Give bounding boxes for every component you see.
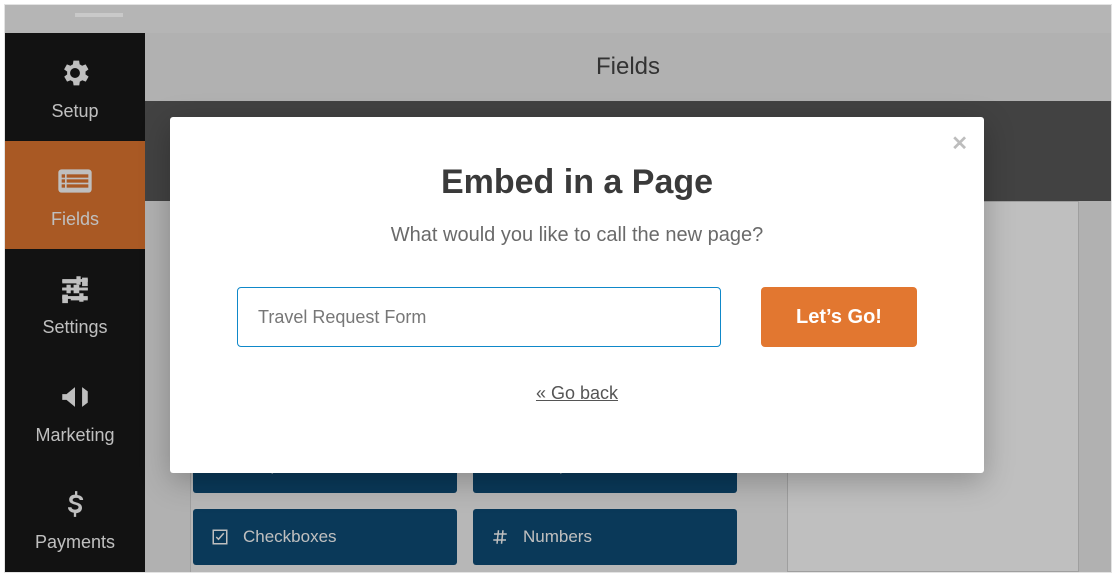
close-icon[interactable]: ✕: [951, 131, 968, 156]
embed-modal: ✕ Embed in a Page What would you like to…: [170, 117, 984, 473]
lets-go-button[interactable]: Let’s Go!: [761, 287, 917, 347]
top-bar: [5, 5, 1111, 33]
go-back-link[interactable]: « Go back: [536, 383, 618, 404]
modal-subtitle: What would you like to call the new page…: [391, 224, 763, 247]
modal-title: Embed in a Page: [441, 163, 713, 202]
page-name-input[interactable]: [237, 287, 721, 347]
